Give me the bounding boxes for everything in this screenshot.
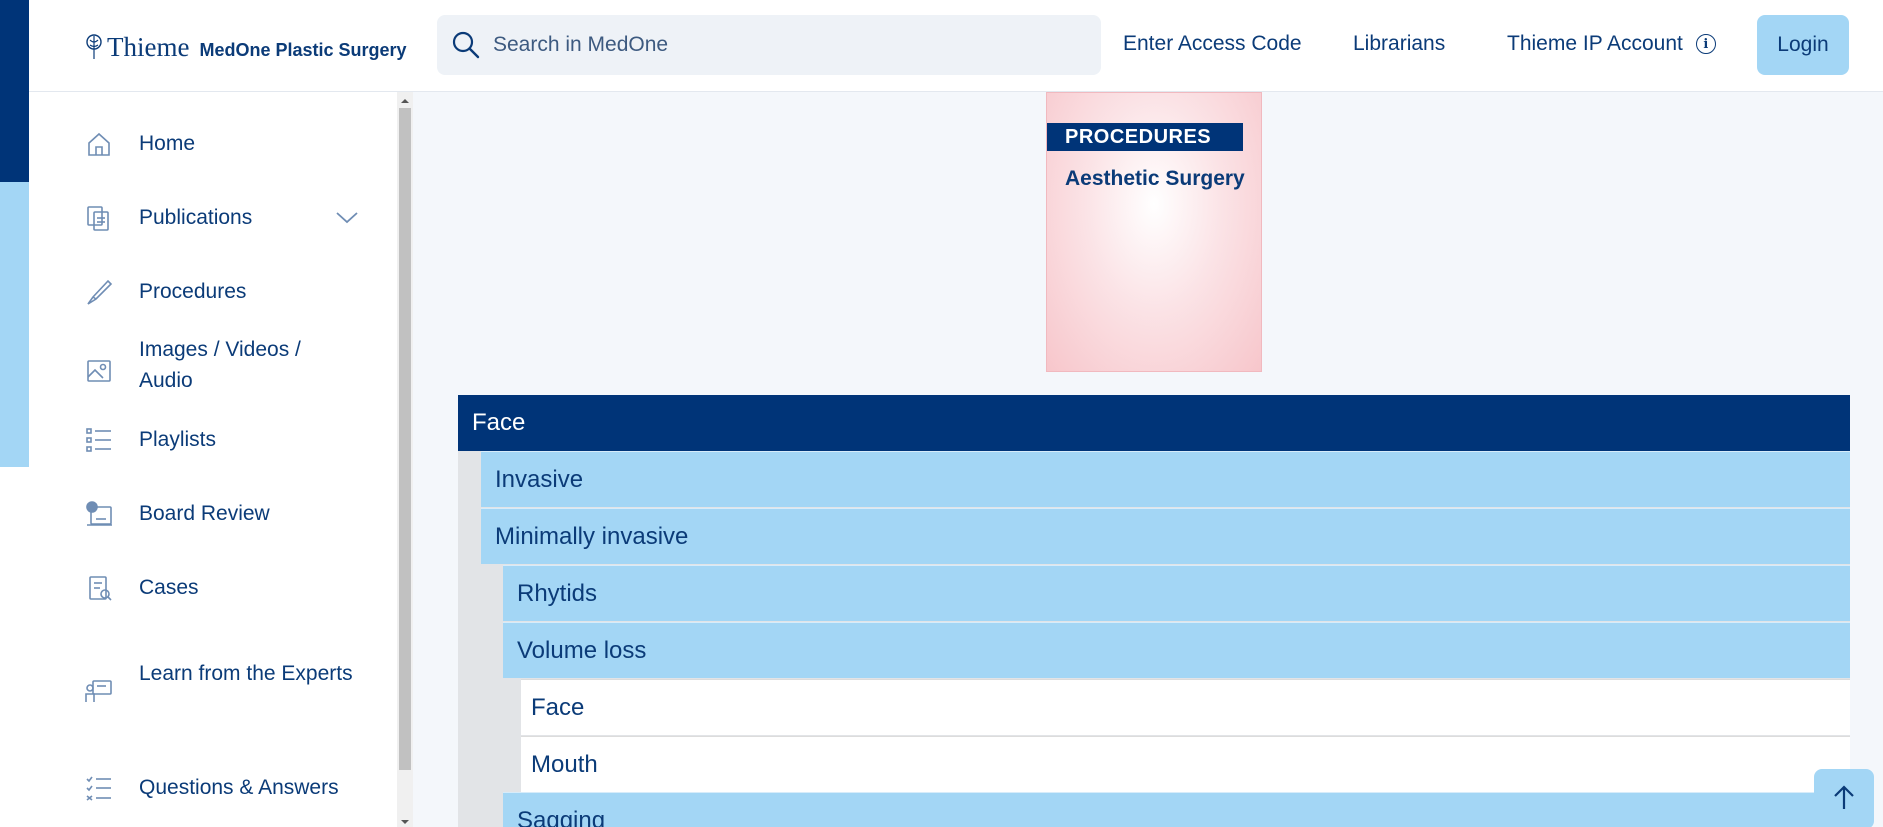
login-button[interactable]: Login xyxy=(1757,15,1849,75)
sidebar-item-label: Publications xyxy=(139,206,253,229)
tree-node-rhytids[interactable]: Rhytids xyxy=(503,565,1850,621)
sidebar-item-label: Home xyxy=(139,132,196,155)
sidebar-nav: Home Publications Procedures Images / Vi… xyxy=(29,92,397,827)
sidebar-scrollbar[interactable] xyxy=(397,92,413,827)
thieme-ip-account-link[interactable]: Thieme IP Account i xyxy=(1507,32,1716,56)
top-header: Thieme MedOne Plastic Surgery Enter Acce… xyxy=(29,0,1883,92)
book-cover[interactable]: PROCEDURES Aesthetic Surgery xyxy=(1046,92,1262,372)
tree-node-face[interactable]: Face xyxy=(458,395,1850,451)
tree-node-invasive[interactable]: Invasive xyxy=(481,451,1850,507)
scroll-down-arrow-icon[interactable] xyxy=(400,817,410,827)
tree-node-volume-loss[interactable]: Volume loss xyxy=(503,622,1850,678)
scrollbar-thumb[interactable] xyxy=(399,108,411,770)
app-root: Thieme MedOne Plastic Surgery Enter Acce… xyxy=(0,0,1883,827)
scroll-to-top-button[interactable] xyxy=(1814,769,1874,827)
search-input[interactable] xyxy=(493,33,1073,57)
tree-node-label: Volume loss xyxy=(517,636,647,664)
sidebar-item-label: Board Review xyxy=(139,502,270,525)
librarians-link[interactable]: Librarians xyxy=(1353,32,1445,56)
arrow-up-icon xyxy=(1834,784,1854,809)
tree-node-label: Rhytids xyxy=(517,579,598,607)
board-review-icon xyxy=(84,499,114,529)
image-icon xyxy=(84,356,114,386)
chevron-down-icon[interactable] xyxy=(335,206,359,230)
tree-node-label: Invasive xyxy=(495,465,584,493)
sidebar-item-label: Playlists xyxy=(139,428,217,451)
sidebar-item-publications[interactable]: Publications xyxy=(29,188,397,248)
sidebar-item-board-review[interactable]: Board Review xyxy=(29,484,397,544)
search-box[interactable] xyxy=(437,15,1101,75)
tree-node-label: Face xyxy=(472,409,526,436)
enter-access-code-link[interactable]: Enter Access Code xyxy=(1123,32,1302,56)
ip-account-label: Thieme IP Account xyxy=(1507,32,1683,55)
cover-subtitle: Aesthetic Surgery xyxy=(1065,167,1245,190)
questions-icon xyxy=(84,773,114,803)
edge-accent-dark xyxy=(0,0,29,182)
brand-logo-link[interactable]: Thieme MedOne Plastic Surgery xyxy=(84,28,407,63)
search-icon[interactable] xyxy=(451,30,481,60)
home-icon xyxy=(84,129,114,159)
scroll-up-arrow-icon[interactable] xyxy=(400,96,410,106)
tree-node-mouth[interactable]: Mouth xyxy=(521,736,1850,792)
brand-name: Thieme xyxy=(107,32,190,62)
edge-accent-light xyxy=(0,182,29,467)
sidebar-item-playlists[interactable]: Playlists xyxy=(29,410,397,470)
sidebar-item-label: Cases xyxy=(139,576,199,599)
playlist-icon xyxy=(84,425,114,455)
brand-product: MedOne Plastic Surgery xyxy=(199,40,407,60)
sidebar-item-images-videos-audio[interactable]: Images / Videos / Audio xyxy=(29,334,397,400)
sidebar-item-home[interactable]: Home xyxy=(29,114,397,174)
tree-node-sagging[interactable]: Sagging xyxy=(503,792,1850,827)
sidebar-item-label: Learn from the Experts xyxy=(139,662,353,685)
sidebar-item-questions-answers[interactable]: Questions & Answers xyxy=(29,758,397,818)
tree-node-minimally-invasive[interactable]: Minimally invasive xyxy=(481,508,1850,564)
experts-icon xyxy=(84,676,114,706)
cases-icon xyxy=(84,573,114,603)
tree-node-face-sub[interactable]: Face xyxy=(521,679,1850,735)
sidebar-item-cases[interactable]: Cases xyxy=(29,558,397,618)
cover-band: PROCEDURES xyxy=(1047,123,1243,151)
sidebar-item-learn-from-experts[interactable]: Learn from the Experts xyxy=(29,658,397,724)
sidebar-item-procedures[interactable]: Procedures xyxy=(29,262,397,322)
tree-node-label: Mouth xyxy=(531,750,598,778)
publications-icon xyxy=(84,203,114,233)
tree-node-label: Face xyxy=(531,693,585,721)
tree-node-label: Minimally invasive xyxy=(495,522,689,550)
main-content: PROCEDURES Aesthetic Surgery Face Invasi… xyxy=(413,92,1883,827)
sidebar-item-label: Images / Videos / Audio xyxy=(139,338,301,392)
sidebar-item-label: Procedures xyxy=(139,280,247,303)
sidebar-item-label: Questions & Answers xyxy=(139,776,339,799)
scalpel-icon xyxy=(84,277,114,307)
info-icon[interactable]: i xyxy=(1695,34,1716,54)
tree-node-label: Sagging xyxy=(517,806,606,827)
thieme-logo-icon xyxy=(86,34,102,59)
